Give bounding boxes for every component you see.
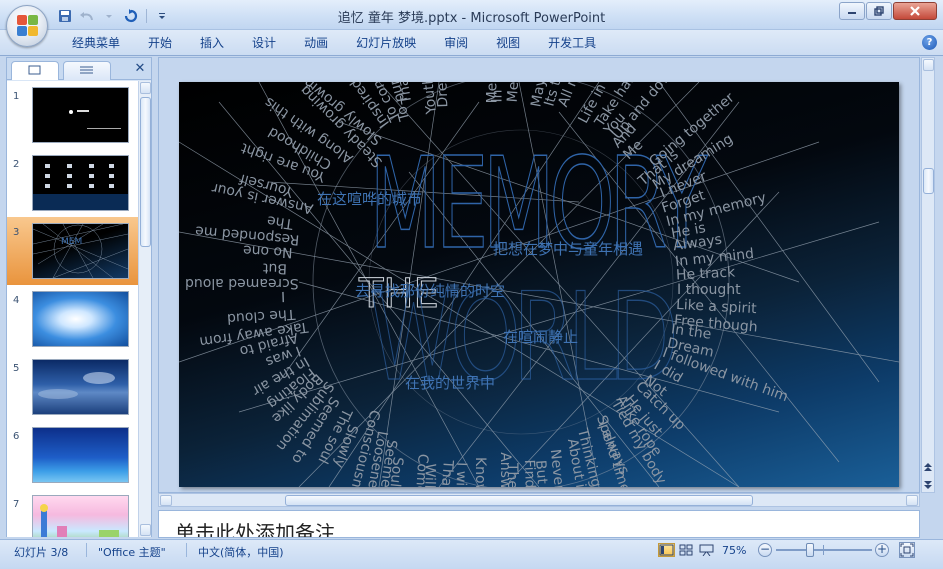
slideshow-icon[interactable] [698, 543, 715, 557]
tab-classic-menu[interactable]: 经典菜单 [58, 36, 134, 54]
scroll-down-icon[interactable] [140, 524, 151, 536]
slide-horizontal-scrollbar[interactable] [158, 493, 920, 507]
slide-vertical-scrollbar[interactable] [921, 57, 935, 493]
thumb-image: MEM [32, 223, 129, 279]
slide-thumbnail-6[interactable]: 6 [7, 421, 138, 489]
thumb-image [32, 87, 129, 143]
thumb-image [32, 359, 129, 415]
slide-line-4: 在喧闹静止 [503, 328, 579, 346]
office-button[interactable] [6, 5, 48, 47]
language-indicator[interactable]: 中文(简体，中国) [198, 544, 284, 560]
notes-placeholder[interactable]: 单击此处添加备注 [175, 517, 335, 537]
tab-review[interactable]: 审阅 [430, 36, 482, 54]
slide-sorter-icon[interactable] [678, 543, 695, 557]
thumb-number: 5 [13, 363, 20, 374]
slide-line-2: 把想在梦中与童年相遇 [493, 240, 644, 258]
thumb-image [32, 291, 129, 347]
spiral-word: In [489, 89, 506, 103]
slides-tab[interactable] [11, 61, 59, 80]
scroll-up-icon[interactable] [923, 59, 934, 71]
thumb-number: 7 [13, 499, 20, 510]
zoom-out-icon[interactable]: − [758, 543, 772, 557]
status-bar: 幻灯片 3/8 "Office 主题" 中文(简体，中国) 75% − + [0, 539, 943, 569]
normal-view-icon[interactable] [658, 543, 675, 557]
restore-icon[interactable] [866, 2, 892, 20]
scroll-thumb[interactable] [140, 97, 151, 247]
title-bar: 追忆 童年 梦境.pptx - Microsoft PowerPoint [0, 0, 943, 47]
slide-nav-buttons [921, 460, 935, 492]
scroll-thumb[interactable] [285, 495, 753, 506]
slide-counter: 幻灯片 3/8 [14, 546, 69, 559]
thumbnail-scrollbar[interactable] [138, 81, 151, 537]
tab-slide-show[interactable]: 幻灯片放映 [342, 36, 430, 54]
status-separator [86, 543, 87, 557]
slide-thumbnail-4[interactable]: 4 [7, 285, 138, 353]
window-controls [839, 2, 937, 20]
thumb-number: 6 [13, 431, 20, 442]
office-logo-icon [17, 15, 39, 37]
svg-text:MEM: MEM [61, 237, 82, 247]
status-separator [186, 543, 187, 557]
theme-name[interactable]: "Office 主题" [98, 544, 166, 560]
thumb-image [32, 155, 129, 211]
tab-animations[interactable]: 动画 [290, 36, 342, 54]
thumb-number: 4 [13, 295, 20, 306]
slide-thumbnail-5[interactable]: 5 [7, 353, 138, 421]
thumb-number: 1 [13, 91, 20, 102]
tab-design[interactable]: 设计 [238, 36, 290, 54]
ribbon: 经典菜单 开始 插入 设计 动画 幻灯片放映 审阅 视图 开发工具 ? [0, 30, 943, 56]
thumb-image [32, 427, 129, 483]
zoom-slider-track[interactable] [776, 549, 872, 551]
outline-tab[interactable] [63, 61, 111, 80]
thumb-number: 3 [13, 227, 20, 238]
scroll-right-icon[interactable] [906, 495, 918, 506]
notes-pane[interactable]: 单击此处添加备注 [158, 510, 920, 538]
tab-view[interactable]: 视图 [482, 36, 534, 54]
slide-line-5: 在我的世界中 [405, 374, 496, 392]
scroll-up-icon[interactable] [140, 82, 151, 94]
slide-editor: MEMORY THE WORLD Going together My dream… [158, 57, 920, 493]
scroll-left-icon[interactable] [160, 495, 172, 506]
slide-canvas[interactable]: MEMORY THE WORLD Going together My dream… [179, 82, 899, 487]
close-icon[interactable] [893, 2, 937, 20]
zoom-level[interactable]: 75% [722, 544, 746, 557]
tab-developer[interactable]: 开发工具 [534, 36, 610, 54]
tab-insert[interactable]: 插入 [186, 36, 238, 54]
zoom-slider-center-mark [823, 545, 824, 555]
slide-thumbnail-2[interactable]: 2 [7, 149, 138, 217]
fit-window-icon[interactable] [899, 542, 915, 558]
zoom-slider-knob[interactable] [806, 543, 814, 557]
tab-home[interactable]: 开始 [134, 36, 186, 54]
help-icon[interactable]: ? [922, 35, 937, 50]
window-title: 追忆 童年 梦境.pptx - Microsoft PowerPoint [337, 11, 606, 26]
slide-thumbnail-7[interactable]: 7 [7, 489, 138, 537]
slide-thumbnail-3[interactable]: 3 MEM [7, 217, 138, 285]
thumb-number: 2 [13, 159, 20, 170]
spiral-text-top: Meet In Me Maybe Its true All my Life in… [179, 82, 899, 487]
ribbon-tabs: 经典菜单 开始 插入 设计 动画 幻灯片放映 审阅 视图 开发工具 [58, 36, 610, 54]
pane-tabs: ✕ [7, 58, 151, 80]
spiral-word: That is [635, 146, 682, 190]
thumb-image [32, 495, 129, 537]
thumbnail-list: 1 2 3 MEM 4 5 6 7 [7, 81, 138, 537]
slides-pane: ✕ 1 2 3 MEM 4 5 6 7 [6, 57, 152, 537]
slide-thumbnail-1[interactable]: 1 [7, 81, 138, 149]
close-pane-icon[interactable]: ✕ [133, 62, 147, 76]
scroll-thumb[interactable] [923, 168, 934, 194]
slide-line-3: 去寻找那份纯情的时空 [355, 282, 506, 300]
zoom-in-icon[interactable]: + [875, 543, 889, 557]
minimize-icon[interactable] [839, 2, 865, 20]
spiral-word: Me [504, 82, 523, 103]
slide-line-1: 在这喧哗的城市 [317, 190, 423, 208]
